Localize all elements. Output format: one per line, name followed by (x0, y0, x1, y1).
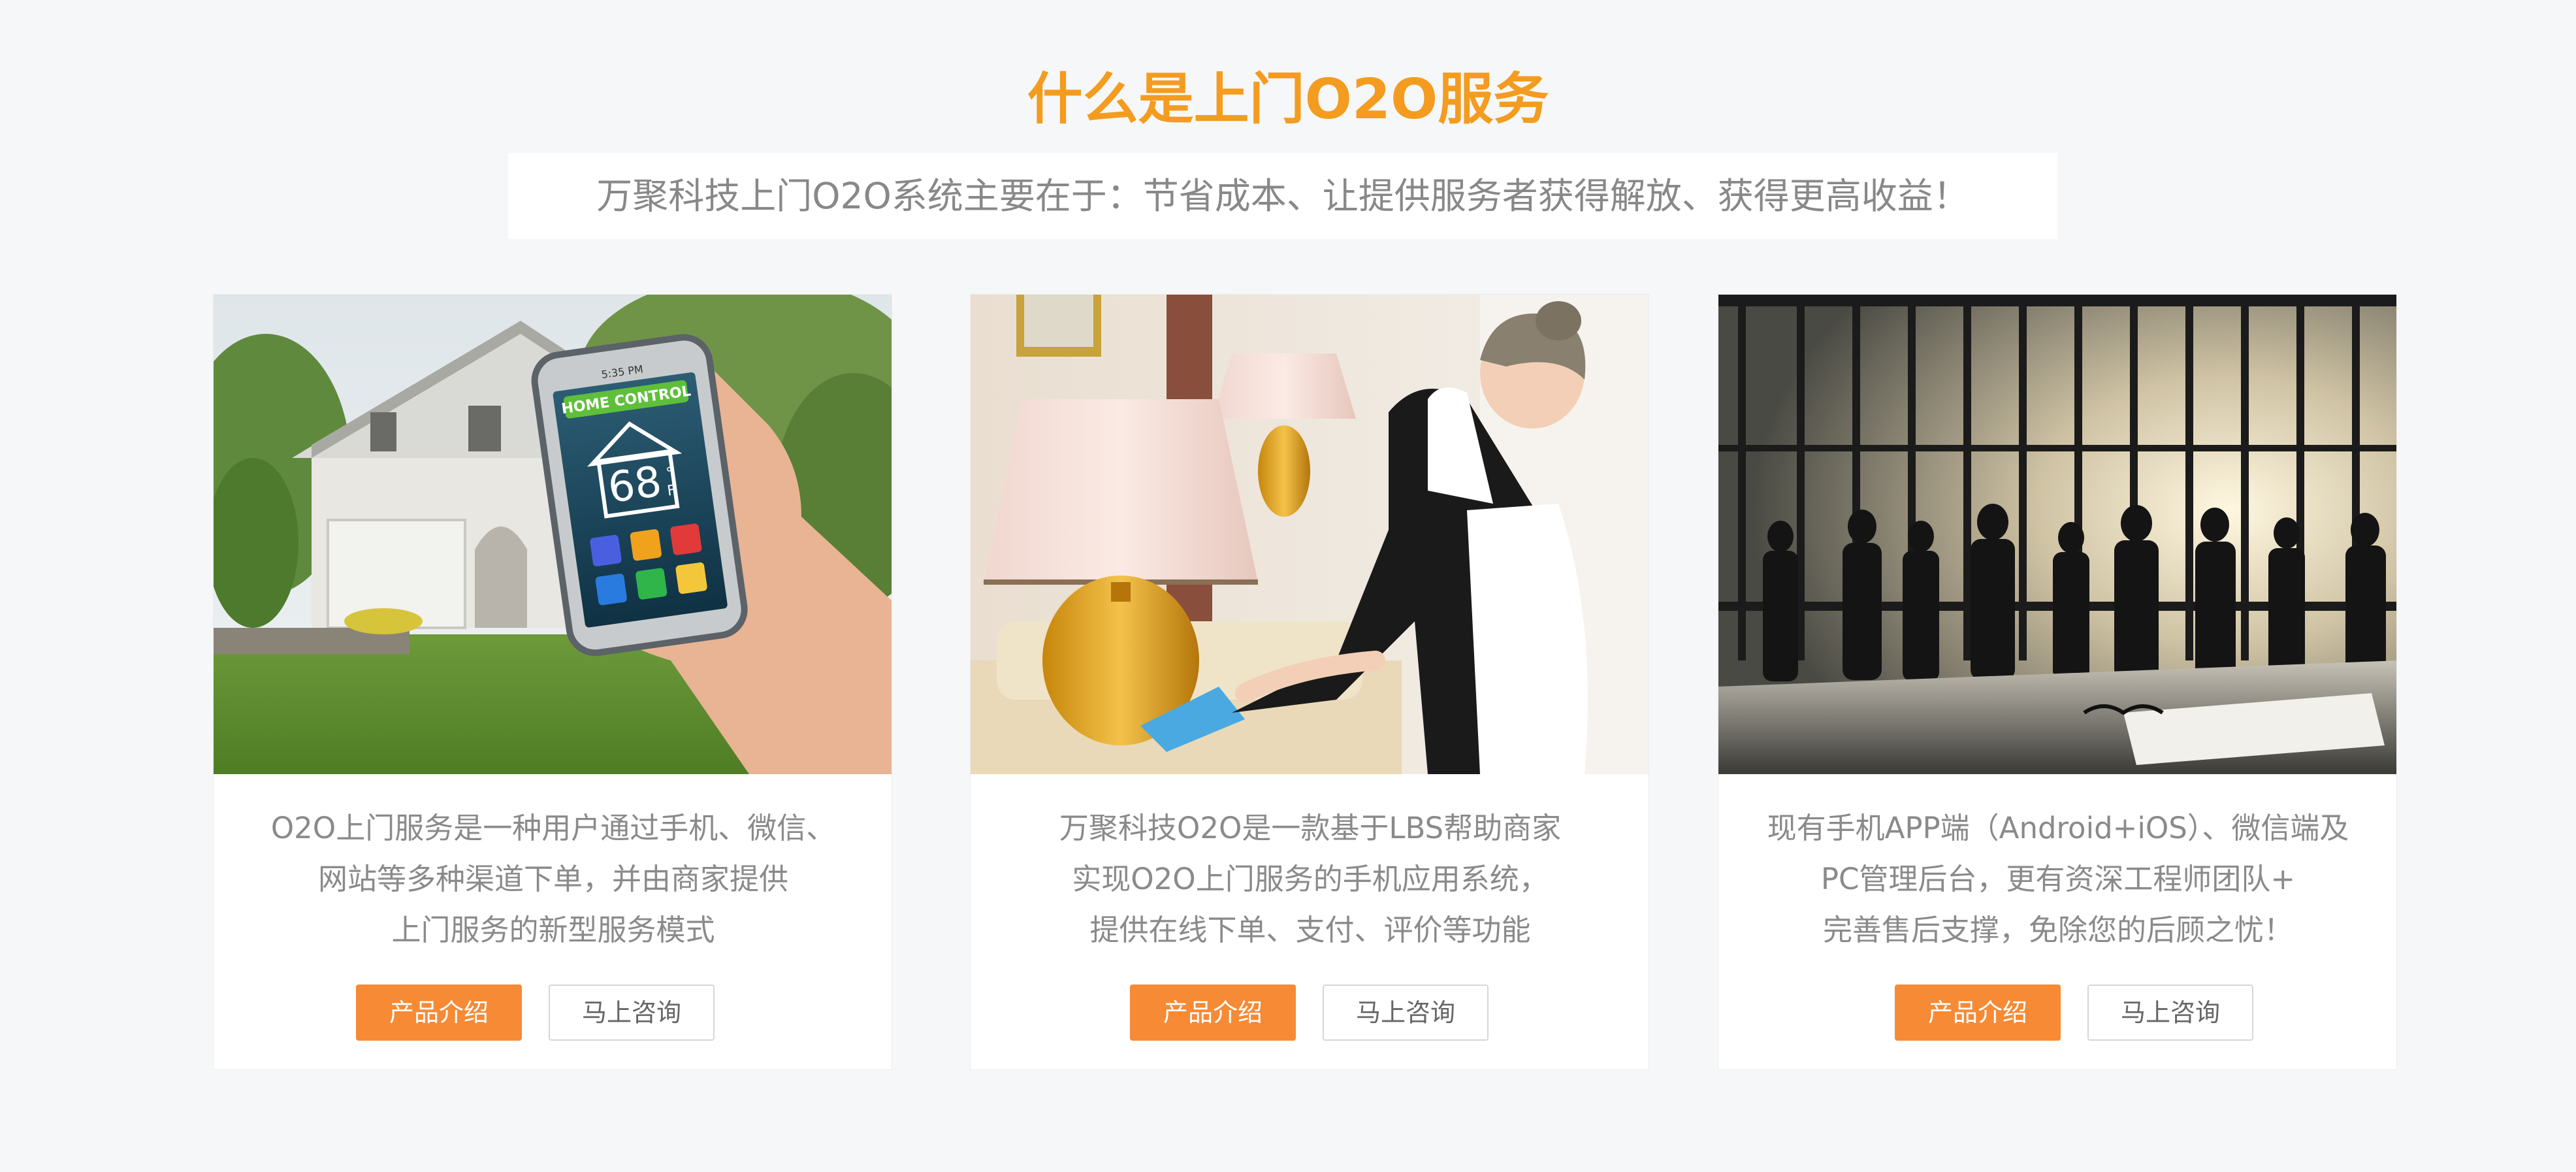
service-card-3: 现有手机APP端（Android+iOS）、微信端及 PC管理后台，更有资深工程… (1718, 294, 2397, 1070)
smart-home-phone-image: 5:35 PM HOME CONTROL 68 ° F (214, 295, 892, 774)
housekeeping-maid-image (971, 295, 1649, 774)
product-intro-button[interactable]: 产品介绍 (356, 985, 522, 1041)
service-card-2: 万聚科技O2O是一款基于LBS帮助商家 实现O2O上门服务的手机应用系统， 提供… (970, 294, 1649, 1070)
card-description: O2O上门服务是一种用户通过手机、微信、 网站等多种渠道下单，并由商家提供 上门… (214, 803, 892, 956)
description-line: 网站等多种渠道下单，并由商家提供 (317, 862, 788, 896)
card-description: 现有手机APP端（Android+iOS）、微信端及 PC管理后台，更有资深工程… (1718, 803, 2396, 956)
card-description: 万聚科技O2O是一款基于LBS帮助商家 实现O2O上门服务的手机应用系统， 提供… (971, 803, 1649, 956)
description-line: 提供在线下单、支付、评价等功能 (1089, 913, 1531, 947)
product-intro-button[interactable]: 产品介绍 (1895, 985, 2061, 1041)
business-team-silhouette-image (1718, 295, 2396, 774)
consult-now-button[interactable]: 马上咨询 (549, 985, 715, 1041)
section-subtitle: 万聚科技上门O2O系统主要在于：节省成本、让提供服务者获得解放、获得更高收益！ (508, 153, 2057, 239)
subtitle-text: 万聚科技上门O2O系统主要在于：节省成本、让提供服务者获得解放、获得更高收益！ (596, 175, 1969, 217)
consult-now-button[interactable]: 马上咨询 (1323, 985, 1489, 1041)
phone-temperature: 68 (605, 457, 664, 513)
product-intro-button[interactable]: 产品介绍 (1130, 985, 1296, 1041)
description-line: 上门服务的新型服务模式 (391, 913, 715, 947)
section-title: 什么是上门O2O服务 (1027, 67, 1549, 132)
description-line: 实现O2O上门服务的手机应用系统， (1072, 862, 1549, 896)
consult-now-button[interactable]: 马上咨询 (2087, 985, 2253, 1041)
description-line: O2O上门服务是一种用户通过手机、微信、 (270, 811, 836, 845)
description-line: 完善售后支撑，免除您的后顾之忧！ (1822, 913, 2293, 947)
service-card-1: 5:35 PM HOME CONTROL 68 ° F O2O上门服务是一种用户… (213, 294, 892, 1070)
description-line: 现有手机APP端（Android+iOS）、微信端及 (1767, 811, 2349, 845)
description-line: 万聚科技O2O是一款基于LBS帮助商家 (1059, 811, 1562, 845)
description-line: PC管理后台，更有资深工程师团队+ (1820, 862, 2296, 896)
